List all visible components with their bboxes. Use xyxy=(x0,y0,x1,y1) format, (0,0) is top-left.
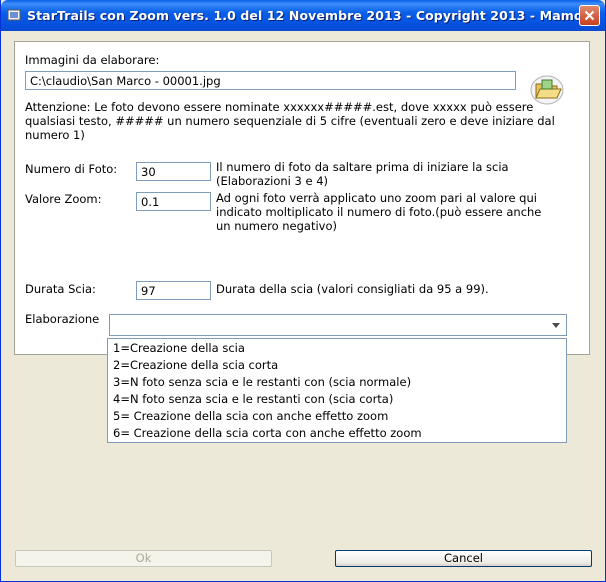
dropdown-option[interactable]: 3=N foto senza scia e le restanti con (s… xyxy=(113,375,411,391)
settings-panel: Immagini da elaborare: C:\claudio\San Ma… xyxy=(14,41,590,355)
durata-scia-help: Durata della scia (valori consigliati da… xyxy=(216,282,489,296)
valore-zoom-help: Ad ogni foto verrà applicato uno zoom pa… xyxy=(216,191,542,233)
client-area: Immagini da elaborare: C:\claudio\San Ma… xyxy=(4,31,602,578)
valore-zoom-input[interactable]: 0.1 xyxy=(136,192,211,211)
window-title: StarTrails con Zoom vers. 1.0 del 12 Nov… xyxy=(27,8,593,23)
image-path-field[interactable]: C:\claudio\San Marco - 00001.jpg xyxy=(25,71,516,90)
combobox-dropdown-button[interactable] xyxy=(547,316,565,334)
naming-warning: Attenzione: Le foto devono essere nomina… xyxy=(25,100,555,142)
dropdown-option[interactable]: 4=N foto senza scia e le restanti con (s… xyxy=(113,392,393,408)
durata-scia-label: Durata Scia: xyxy=(25,282,96,296)
numero-foto-input[interactable]: 30 xyxy=(136,162,211,181)
elaborazione-label: Elaborazione xyxy=(25,312,100,326)
title-bar[interactable]: StarTrails con Zoom vers. 1.0 del 12 Nov… xyxy=(1,0,605,31)
close-icon xyxy=(584,10,595,21)
main-window: StarTrails con Zoom vers. 1.0 del 12 Nov… xyxy=(0,0,606,582)
close-button[interactable] xyxy=(579,5,600,26)
dropdown-option[interactable]: 5= Creazione della scia con anche effett… xyxy=(113,409,388,425)
numero-foto-help: Il numero di foto da saltare prima di in… xyxy=(216,160,509,188)
ok-button[interactable]: Ok xyxy=(15,550,272,567)
elaborazione-combobox[interactable] xyxy=(109,314,567,336)
dropdown-option[interactable]: 2=Creazione della scia corta xyxy=(113,358,278,374)
cancel-button[interactable]: Cancel xyxy=(335,550,592,567)
valore-zoom-label: Valore Zoom: xyxy=(25,192,102,206)
numero-foto-label: Numero di Foto: xyxy=(25,162,118,176)
elaborazione-dropdown-list: 1=Creazione della scia 2=Creazione della… xyxy=(107,338,567,443)
dropdown-option[interactable]: 6= Creazione della scia corta con anche … xyxy=(113,426,422,442)
dropdown-option[interactable]: 1=Creazione della scia xyxy=(113,341,245,357)
images-label: Immagini da elaborare: xyxy=(25,53,160,67)
app-icon xyxy=(7,9,21,21)
chevron-down-icon xyxy=(552,322,560,328)
durata-scia-input[interactable]: 97 xyxy=(136,281,211,300)
